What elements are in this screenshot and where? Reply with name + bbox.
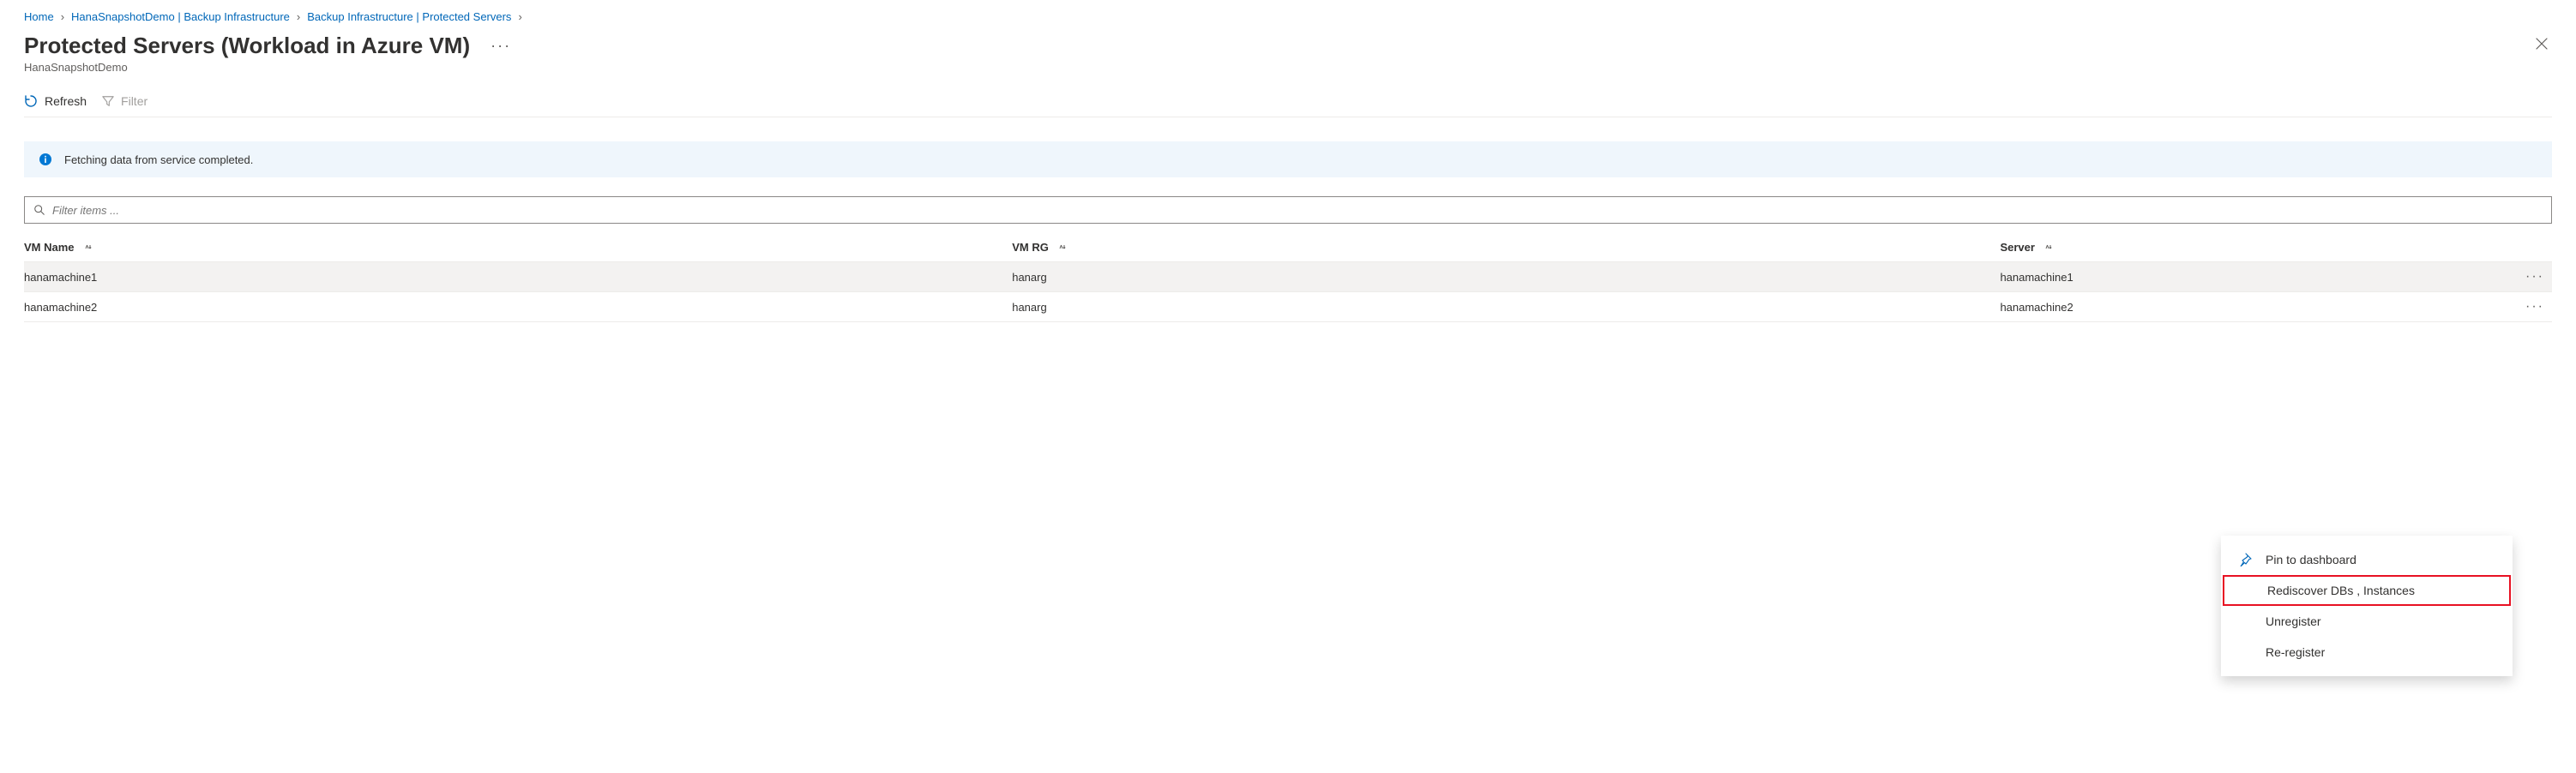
close-button[interactable]	[2526, 32, 2557, 59]
cell-vm-rg: hanarg	[1012, 271, 2000, 284]
breadcrumb-link-home[interactable]: Home	[24, 10, 54, 23]
refresh-icon	[24, 94, 38, 108]
column-header-vm-name[interactable]: VM Name	[24, 241, 1012, 254]
filter-icon	[102, 95, 114, 107]
cell-server: hanamachine1	[2000, 271, 2518, 284]
column-label: VM Name	[24, 241, 75, 254]
title-more-button[interactable]: ···	[485, 33, 516, 58]
chevron-right-icon: ›	[297, 10, 300, 23]
row-more-button[interactable]: ···	[2518, 299, 2552, 315]
context-menu-unregister[interactable]: · Unregister	[2221, 606, 2513, 637]
row-more-button[interactable]: ···	[2518, 269, 2552, 285]
column-label: Server	[2000, 241, 2034, 254]
context-menu: Pin to dashboard · Rediscover DBs , Inst…	[2221, 536, 2513, 676]
status-banner: Fetching data from service completed.	[24, 141, 2552, 177]
cell-vm-rg: hanarg	[1012, 301, 2000, 314]
column-label: VM RG	[1012, 241, 1049, 254]
chevron-right-icon: ›	[518, 10, 521, 23]
breadcrumb-link-vault[interactable]: HanaSnapshotDemo | Backup Infrastructure	[71, 10, 290, 23]
chevron-right-icon: ›	[61, 10, 64, 23]
table-row[interactable]: hanamachine2 hanarg hanamachine2 ···	[24, 292, 2552, 322]
close-icon	[2535, 37, 2549, 51]
info-icon	[39, 153, 52, 166]
breadcrumb: Home › HanaSnapshotDemo | Backup Infrast…	[24, 10, 2552, 23]
cell-vm-name: hanamachine1	[24, 271, 1012, 284]
search-icon	[33, 204, 45, 216]
cell-server: hanamachine2	[2000, 301, 2518, 314]
breadcrumb-link-infra[interactable]: Backup Infrastructure | Protected Server…	[307, 10, 511, 23]
column-header-server[interactable]: Server	[2000, 241, 2518, 254]
context-menu-pin[interactable]: Pin to dashboard	[2221, 544, 2513, 575]
page-subtitle: HanaSnapshotDemo	[24, 61, 2552, 74]
cell-vm-name: hanamachine2	[24, 301, 1012, 314]
context-menu-label: Re-register	[2266, 645, 2325, 659]
refresh-button[interactable]: Refresh	[24, 94, 87, 108]
sort-icon	[1057, 242, 1068, 252]
filter-label: Filter	[121, 94, 147, 108]
sort-icon	[2043, 242, 2054, 252]
context-menu-label: Unregister	[2266, 614, 2321, 628]
context-menu-reregister[interactable]: · Re-register	[2221, 637, 2513, 668]
context-menu-label: Rediscover DBs , Instances	[2267, 584, 2415, 597]
column-header-vm-rg[interactable]: VM RG	[1012, 241, 2000, 254]
refresh-label: Refresh	[45, 94, 87, 108]
context-menu-label: Pin to dashboard	[2266, 553, 2356, 566]
pin-icon	[2236, 553, 2254, 566]
filter-input[interactable]	[45, 204, 2543, 217]
toolbar: Refresh Filter	[24, 89, 2552, 117]
table-row[interactable]: hanamachine1 hanarg hanamachine1 ···	[24, 262, 2552, 292]
filter-button[interactable]: Filter	[102, 94, 147, 108]
filter-input-wrap[interactable]	[24, 196, 2552, 224]
table-header: VM Name VM RG Server	[24, 232, 2552, 262]
page-title: Protected Servers (Workload in Azure VM)	[24, 33, 470, 59]
status-message: Fetching data from service completed.	[64, 153, 253, 166]
sort-icon	[83, 242, 93, 252]
context-menu-rediscover[interactable]: · Rediscover DBs , Instances	[2223, 575, 2511, 606]
